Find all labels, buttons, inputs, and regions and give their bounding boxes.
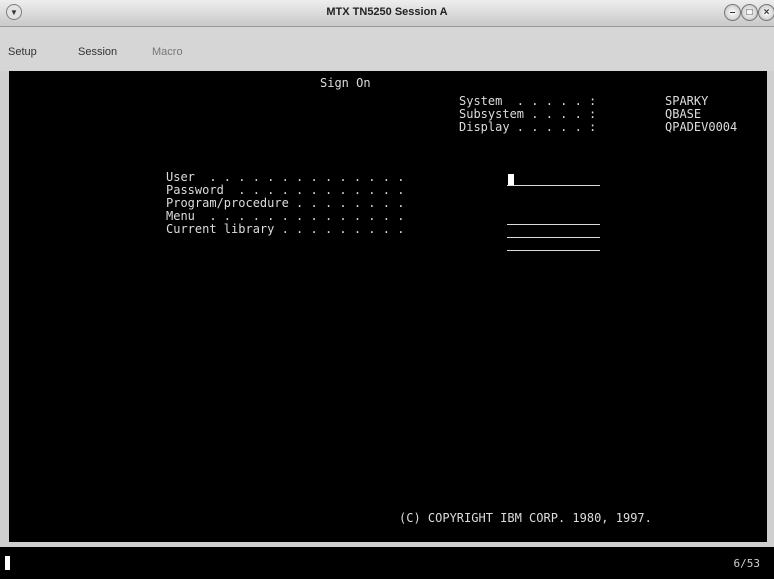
- screen-title: Sign On: [320, 76, 371, 90]
- text-cursor: [508, 174, 514, 185]
- display-value: QPADEV0004: [665, 120, 738, 134]
- menu-setup[interactable]: Setup: [8, 46, 37, 58]
- cursor-position: 6/53: [733, 557, 761, 570]
- subsystem-value: QBASE: [665, 107, 702, 121]
- copyright-text: (C) COPYRIGHT IBM CORP. 1980, 1997.: [399, 511, 652, 525]
- close-icon[interactable]: ×: [758, 4, 774, 21]
- menu-label: Menu . . . . . . . . . . . . . .: [166, 209, 405, 223]
- system-value: SPARKY: [665, 94, 709, 108]
- current-library-field[interactable]: [507, 250, 600, 251]
- minimize-icon[interactable]: –: [724, 4, 741, 21]
- user-field[interactable]: [507, 185, 600, 186]
- status-bar: 6/53: [0, 547, 774, 579]
- subsystem-label: Subsystem . . . . :: [459, 107, 597, 121]
- menu-session[interactable]: Session: [78, 46, 117, 58]
- display-label: Display . . . . . :: [459, 120, 597, 134]
- current-library-label: Current library . . . . . . . . .: [166, 222, 405, 236]
- terminal-screen[interactable]: Sign On System . . . . . : SPARKY Subsys…: [9, 71, 767, 542]
- system-label: System . . . . . :: [459, 94, 597, 108]
- program-label: Program/procedure . . . . . . . .: [166, 196, 405, 210]
- title-bar: ▼ MTX TN5250 Session A – □ ×: [0, 0, 774, 27]
- program-field[interactable]: [507, 224, 600, 225]
- menu-field[interactable]: [507, 237, 600, 238]
- menu-macro[interactable]: Macro: [152, 46, 183, 58]
- user-label: User . . . . . . . . . . . . . .: [166, 170, 405, 184]
- password-label: Password . . . . . . . . . . . .: [166, 183, 405, 197]
- window-title: MTX TN5250 Session A: [326, 6, 448, 18]
- status-cursor: [5, 556, 10, 570]
- maximize-icon[interactable]: □: [741, 4, 758, 21]
- menu-bar: Setup Session Macro: [0, 27, 774, 71]
